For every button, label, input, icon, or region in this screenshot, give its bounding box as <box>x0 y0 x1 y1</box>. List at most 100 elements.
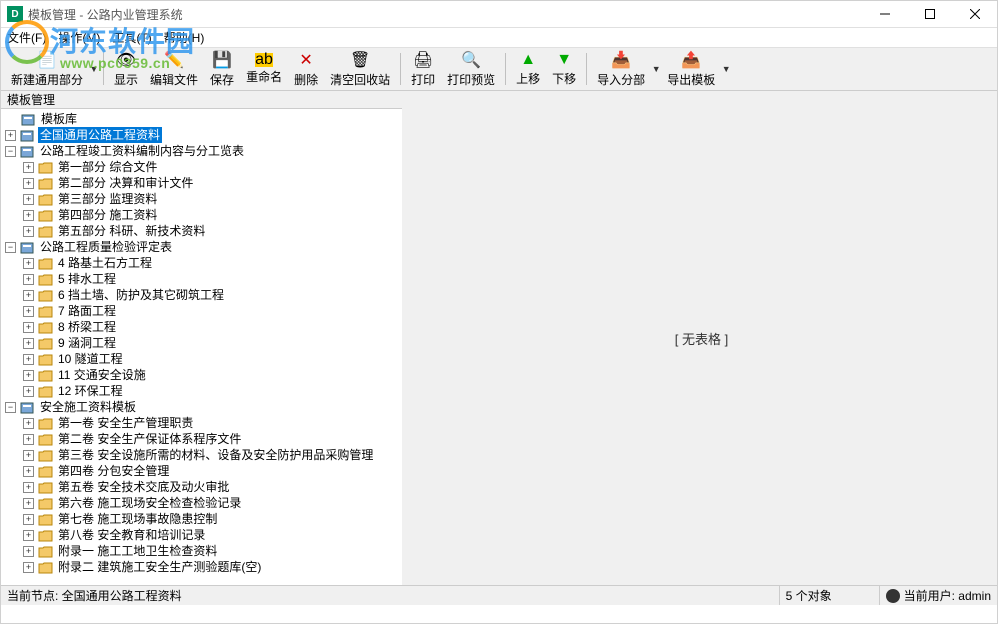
import-dropdown[interactable]: ▼ <box>651 64 661 74</box>
export-dropdown[interactable]: ▼ <box>721 64 731 74</box>
menu-operate[interactable]: 操作(M) <box>58 29 100 46</box>
new-general-button[interactable]: 📄 新建通用部分 <box>5 49 89 89</box>
show-button[interactable]: 👁 显示 <box>108 49 144 89</box>
tree-expander[interactable]: + <box>23 274 34 285</box>
tree-expander[interactable]: + <box>5 130 16 141</box>
up-icon: ▲ <box>518 51 538 69</box>
tree-item[interactable]: +6 挡土墙、防护及其它砌筑工程 <box>3 287 402 303</box>
menu-help[interactable]: 帮助(H) <box>164 29 205 46</box>
tree-item[interactable]: +第七卷 施工现场事故隐患控制 <box>3 511 402 527</box>
import-part-button[interactable]: 📥 导入分部 <box>591 49 651 89</box>
tree-group[interactable]: −安全施工资料模板 <box>3 399 402 415</box>
tree-expander[interactable]: − <box>5 242 16 253</box>
tree-item[interactable]: +8 桥梁工程 <box>3 319 402 335</box>
minimize-button[interactable] <box>862 1 907 28</box>
tree-expander[interactable]: + <box>23 530 34 541</box>
tree-item[interactable]: +第三部分 监理资料 <box>3 191 402 207</box>
new-dropdown[interactable]: ▼ <box>89 64 99 74</box>
tree-expander[interactable]: + <box>23 226 34 237</box>
edit-file-button[interactable]: ✏️ 编辑文件 <box>144 49 204 89</box>
tree-item[interactable]: +第二部分 决算和审计文件 <box>3 175 402 191</box>
tree-item[interactable]: +附录一 施工工地卫生检查资料 <box>3 543 402 559</box>
tree-item[interactable]: +第五部分 科研、新技术资料 <box>3 223 402 239</box>
folder-icon <box>37 528 53 542</box>
tree-expander[interactable]: + <box>23 210 34 221</box>
save-button[interactable]: 💾 保存 <box>204 49 240 89</box>
tree-expander[interactable]: + <box>23 370 34 381</box>
tree-expander[interactable]: − <box>5 146 16 157</box>
tree-group[interactable]: − 公路工程质量检验评定表 <box>3 239 402 255</box>
folder-icon <box>37 256 53 270</box>
maximize-button[interactable] <box>907 1 952 28</box>
delete-button[interactable]: ✕ 删除 <box>288 49 324 89</box>
tree-selected[interactable]: +全国通用公路工程资料 <box>3 127 402 143</box>
close-button[interactable] <box>952 1 997 28</box>
tree-expander[interactable]: + <box>23 514 34 525</box>
tree-item[interactable]: +第八卷 安全教育和培训记录 <box>3 527 402 543</box>
empty-recycle-button[interactable]: 🗑 清空回收站 <box>324 49 396 89</box>
tree-label: 第四卷 分包安全管理 <box>56 463 171 479</box>
tree-expander[interactable]: − <box>5 402 16 413</box>
tree-expander[interactable]: + <box>23 322 34 333</box>
tree-item[interactable]: +11 交通安全设施 <box>3 367 402 383</box>
tree-expander[interactable]: + <box>23 306 34 317</box>
new-icon: 📄 <box>37 50 57 70</box>
tree-item[interactable]: +第六卷 施工现场安全检查检验记录 <box>3 495 402 511</box>
delete-icon: ✕ <box>296 50 316 70</box>
print-preview-button[interactable]: 🔍 打印预览 <box>441 49 501 89</box>
tree-expander[interactable]: + <box>23 386 34 397</box>
menu-file[interactable]: 文件(F) <box>7 29 46 46</box>
tree-item[interactable]: +第五卷 安全技术交底及动火审批 <box>3 479 402 495</box>
tree-expander[interactable]: + <box>23 354 34 365</box>
tree-expander[interactable]: + <box>23 450 34 461</box>
tree-item[interactable]: +第一卷 安全生产管理职责 <box>3 415 402 431</box>
menu-tools[interactable]: 工具(T) <box>112 29 151 46</box>
folder-icon <box>37 352 53 366</box>
tree-expander[interactable]: + <box>23 466 34 477</box>
tree-item[interactable]: +第二卷 安全生产保证体系程序文件 <box>3 431 402 447</box>
tree-item[interactable]: +12 环保工程 <box>3 383 402 399</box>
tree-expander[interactable]: + <box>23 418 34 429</box>
tree-expander[interactable]: + <box>23 194 34 205</box>
tree-expander[interactable]: + <box>23 434 34 445</box>
move-up-button[interactable]: ▲ 上移 <box>510 49 546 89</box>
tree-expander[interactable]: + <box>23 562 34 573</box>
tree-label: 第四部分 施工资料 <box>56 207 159 223</box>
tree-group[interactable]: −公路工程竣工资料编制内容与分工览表 <box>3 143 402 159</box>
move-down-button[interactable]: ▼ 下移 <box>546 49 582 89</box>
tree-item[interactable]: +10 隧道工程 <box>3 351 402 367</box>
tree-expander[interactable]: + <box>23 178 34 189</box>
folder-icon <box>37 176 53 190</box>
folder-icon <box>37 544 53 558</box>
tree-item[interactable]: +5 排水工程 <box>3 271 402 287</box>
tree-label: 公路工程质量检验评定表 <box>38 239 174 255</box>
tree-expander[interactable]: + <box>23 546 34 557</box>
rename-button[interactable]: ab 重命名 <box>240 49 288 89</box>
tree-expander[interactable]: + <box>23 162 34 173</box>
tree-item[interactable]: + 第四卷 分包安全管理 <box>3 463 402 479</box>
window-title: 模板管理 - 公路内业管理系统 <box>28 6 862 23</box>
tree-item[interactable]: +4 路基土石方工程 <box>3 255 402 271</box>
tree-item[interactable]: + 第三卷 安全设施所需的材料、设备及安全防护用品采购管理 <box>3 447 402 463</box>
tree-item[interactable]: +附录二 建筑施工安全生产测验题库(空) <box>3 559 402 575</box>
tree-item[interactable]: +9 涵洞工程 <box>3 335 402 351</box>
folder-icon <box>37 288 53 302</box>
lib-icon <box>19 128 35 142</box>
tree-item[interactable]: +7 路面工程 <box>3 303 402 319</box>
tree-root[interactable]: 模板库 <box>3 111 402 127</box>
status-object-count: 5 个对象 <box>780 586 880 605</box>
tree-item[interactable]: +第一部分 综合文件 <box>3 159 402 175</box>
export-template-button[interactable]: 📤 导出模板 <box>661 49 721 89</box>
tree-label: 10 隧道工程 <box>56 351 125 367</box>
tree-expander[interactable]: + <box>23 338 34 349</box>
print-button[interactable]: 🖨 打印 <box>405 49 441 89</box>
tree-expander[interactable]: + <box>23 258 34 269</box>
tree-expander[interactable]: + <box>23 290 34 301</box>
tree-item[interactable]: + 第四部分 施工资料 <box>3 207 402 223</box>
tree-expander[interactable]: + <box>23 498 34 509</box>
tree-expander[interactable]: + <box>23 482 34 493</box>
template-tree[interactable]: 模板库+全国通用公路工程资料−公路工程竣工资料编制内容与分工览表+第一部分 综合… <box>1 109 402 585</box>
edit-icon: ✏️ <box>164 50 184 70</box>
recycle-icon: 🗑 <box>350 50 370 70</box>
tree-label: 第三卷 安全设施所需的材料、设备及安全防护用品采购管理 <box>56 447 375 463</box>
